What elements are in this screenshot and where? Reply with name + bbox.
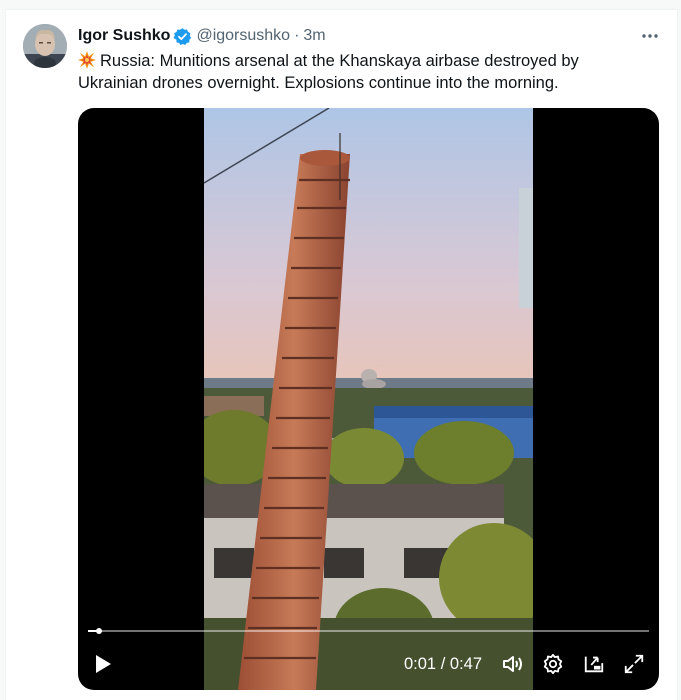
header-separator: · xyxy=(294,27,300,44)
video-frame[interactable] xyxy=(204,108,533,690)
video-player[interactable]: 0:01 / 0:47 xyxy=(78,108,659,690)
tweet-timestamp[interactable]: 3m xyxy=(303,26,325,46)
video-progress-bar[interactable] xyxy=(88,628,649,634)
collision-emoji-icon xyxy=(78,51,96,69)
video-progress-handle[interactable] xyxy=(96,628,103,634)
tweet-header: Igor Sushko @igorsushko · 3m xyxy=(78,25,326,47)
volume-icon[interactable] xyxy=(500,648,526,680)
more-options-icon[interactable] xyxy=(636,22,664,50)
tweet-text: Russia: Munitions arsenal at the Khanska… xyxy=(78,50,638,94)
author-handle[interactable]: @igorsushko xyxy=(196,26,290,46)
author-name[interactable]: Igor Sushko xyxy=(78,26,170,46)
play-icon[interactable] xyxy=(90,648,116,680)
fullscreen-icon[interactable] xyxy=(621,648,647,680)
tweet-body: Russia: Munitions arsenal at the Khanska… xyxy=(78,52,579,92)
settings-icon[interactable] xyxy=(540,648,566,680)
avatar[interactable] xyxy=(23,24,67,68)
video-duration: 0:47 xyxy=(449,655,483,673)
video-timecode: 0:01 / 0:47 xyxy=(404,654,482,674)
verified-badge-icon xyxy=(173,27,192,46)
pip-icon[interactable] xyxy=(581,648,607,680)
video-current-time: 0:01 xyxy=(404,655,437,673)
video-time-separator: / xyxy=(440,655,446,673)
